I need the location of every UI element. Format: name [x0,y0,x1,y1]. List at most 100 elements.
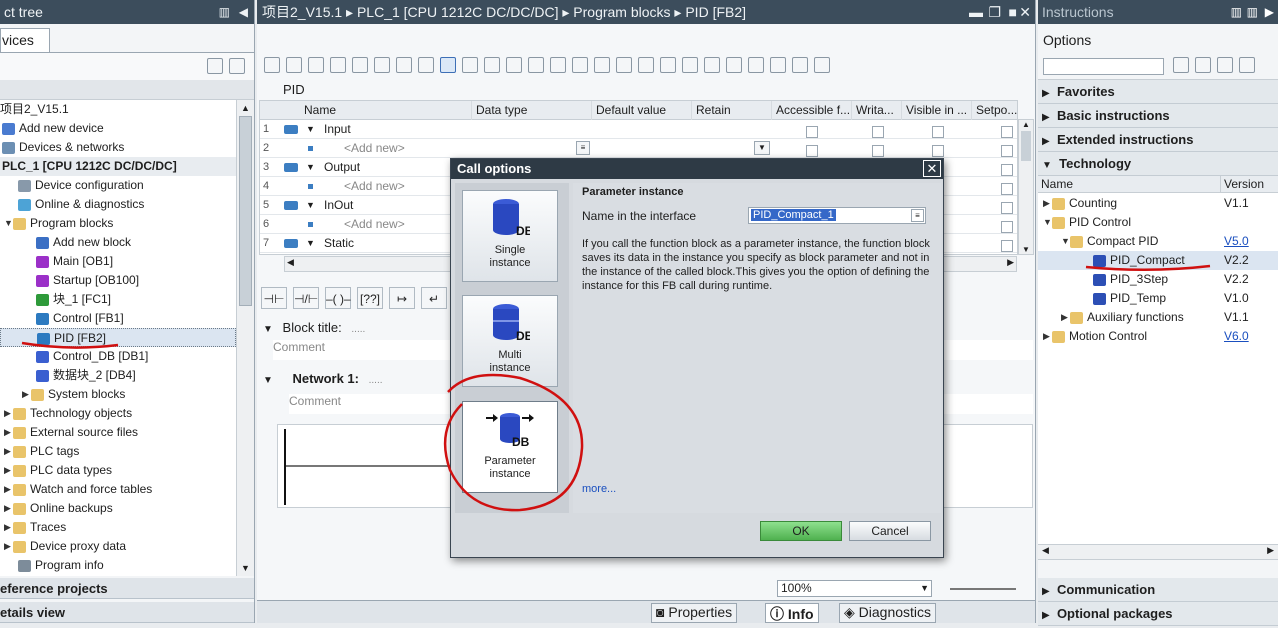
align-icon[interactable] [374,57,390,73]
minimize-icon[interactable]: ▬ [969,0,983,24]
goto-next-icon[interactable] [506,57,522,73]
glasses-icon[interactable] [792,57,808,73]
tree-item-startup-ob100[interactable]: Startup [OB100] [0,271,236,290]
dialog-close-icon[interactable]: ✕ [923,160,941,177]
restore-icon[interactable]: ❐ [988,0,1001,24]
tree-item-main-ob1[interactable]: Main [OB1] [0,252,236,271]
setpoint-checkbox[interactable] [1001,221,1013,233]
zoom-slider[interactable] [950,588,1016,590]
writable-checkbox[interactable] [872,145,884,157]
table-row[interactable]: 1 ▼ Input [260,120,1017,139]
scroll-down-icon[interactable]: ▼ [237,560,254,576]
list-item-counting[interactable]: ▶ Counting V1.1 [1038,194,1278,213]
collapse-left-icon[interactable]: ◀ [239,0,248,24]
list-item-pid-3step[interactable]: PID_3Step V2.2 [1038,270,1278,289]
tree-item-fc1[interactable]: 块_1 [FC1] [0,290,236,309]
expand-down-icon[interactable]: ▼ [1061,232,1070,251]
favorites-section[interactable]: ▶ Favorites [1038,80,1278,104]
expand-right-icon[interactable]: ▶ [4,537,13,556]
comment-icon[interactable] [440,57,456,73]
expand-down-icon[interactable]: ▼ [306,234,315,253]
tree-item-program-info[interactable]: Program info [0,556,236,575]
col-writable[interactable]: Writa... [852,101,902,120]
download-icon[interactable] [616,57,632,73]
more-link[interactable]: more... [582,483,616,495]
empty-box-icon[interactable]: [??] [357,287,383,309]
expand-right-icon[interactable]: ▶ [4,442,13,461]
expand-right-icon[interactable]: ▶ [4,499,13,518]
communication-section[interactable]: ▶ Communication [1038,578,1278,602]
tree-item-plc[interactable]: PLC_1 [CPU 1212C DC/DC/DC] [0,157,236,176]
instance-icon[interactable] [528,57,544,73]
expand-right-icon[interactable]: ▶ [22,385,31,404]
col-visible[interactable]: Visible in ... [902,101,972,120]
overview-icon[interactable] [572,57,588,73]
insert-network-icon[interactable] [264,57,280,73]
tree-item-watch-tables[interactable]: ▶ Watch and force tables [0,480,236,499]
tree-item-db4[interactable]: 数据块_2 [DB4] [0,366,236,385]
table-scrollbar[interactable]: ▲ ▼ [1018,119,1034,255]
tree-item-online-diag[interactable]: Online & diagnostics [0,195,236,214]
collapse-right-icon[interactable]: ▶ [1265,0,1274,24]
expand-down-icon[interactable]: ▼ [306,120,315,139]
expand-right-icon[interactable]: ▶ [4,423,13,442]
tree-item-external-sources[interactable]: ▶ External source files [0,423,236,442]
scroll-thumb[interactable] [1021,131,1031,161]
tree-item-control-fb1[interactable]: Control [FB1] [0,309,236,328]
panel-layout-icon[interactable]: ▥ [1231,0,1242,24]
list-item-compact-pid[interactable]: ▼ Compact PID V5.0 [1038,232,1278,251]
expand-down-icon[interactable]: ▼ [306,196,315,215]
add-row-icon[interactable] [330,57,346,73]
redo-icon[interactable] [748,57,764,73]
offline-icon[interactable] [682,57,698,73]
view-icon[interactable] [1217,57,1233,73]
basic-instructions-section[interactable]: ▶ Basic instructions [1038,104,1278,128]
expand-right-icon[interactable]: ▶ [1061,308,1070,327]
tree-project-root[interactable]: 项目2_V15.1 [0,100,236,119]
retain-dropdown-icon[interactable]: ▼ [754,141,770,155]
diagnostics-tab[interactable]: ◈ Diagnostics [839,603,937,623]
maximize-icon[interactable]: ■ [1009,0,1017,24]
info-tab[interactable]: ⓘ Info [765,603,819,623]
tree-item-add-device[interactable]: Add new device [0,119,236,138]
expand-right-icon[interactable]: ▶ [1043,194,1052,213]
panel-layout-icon[interactable]: ▥ [219,0,230,24]
tree-scrollbar[interactable]: ▲ ▼ [236,100,254,576]
setpoint-checkbox[interactable] [1001,145,1013,157]
cancel-button[interactable]: Cancel [849,521,931,541]
optional-packages-section[interactable]: ▶ Optional packages [1038,602,1278,626]
insert-row-icon[interactable] [308,57,324,73]
list-item-pid-temp[interactable]: PID_Temp V1.0 [1038,289,1278,308]
setpoint-checkbox[interactable] [1001,125,1013,138]
collapse-icon[interactable]: ▼ [263,375,273,386]
setpoint-checkbox[interactable] [1001,240,1013,252]
tree-item-devices-networks[interactable]: Devices & networks [0,138,236,157]
expand-right-icon[interactable]: ▶ [4,518,13,537]
col-setpoint[interactable]: Setpo... [972,101,1017,120]
col-accessible[interactable]: Accessible f... [772,101,852,120]
close-icon[interactable]: ✕ [1019,0,1031,24]
close-branch-icon[interactable]: ↵ [421,287,447,309]
favorites-icon[interactable] [462,57,478,73]
contact-nc-icon[interactable]: ⊣/⊢ [293,287,319,309]
expand-right-icon[interactable]: ▶ [4,461,13,480]
goto-error-icon[interactable] [484,57,500,73]
collapse-icon[interactable]: ▼ [263,324,273,335]
coil-icon[interactable]: –( )– [325,287,351,309]
instruction-search-input[interactable] [1043,58,1164,75]
tree-item-plc-tags[interactable]: ▶ PLC tags [0,442,236,461]
reference-projects-section[interactable]: eference projects [0,578,254,599]
setpoint-checkbox[interactable] [1001,183,1013,195]
col-data-type[interactable]: Data type [472,101,592,120]
scroll-down-icon[interactable]: ▼ [1019,245,1033,254]
expand-right-icon[interactable]: ▶ [4,480,13,499]
scroll-up-icon[interactable]: ▲ [1019,120,1033,129]
compare-icon[interactable] [594,57,610,73]
tree-item-online-backups[interactable]: ▶ Online backups [0,499,236,518]
monitor-icon[interactable] [550,57,566,73]
open-all-icon[interactable] [396,57,412,73]
snapshot-icon[interactable] [352,57,368,73]
expand-right-icon[interactable]: ▶ [1043,327,1052,346]
tree-item-add-block[interactable]: Add new block [0,233,236,252]
expand-down-icon[interactable]: ▼ [306,158,315,177]
